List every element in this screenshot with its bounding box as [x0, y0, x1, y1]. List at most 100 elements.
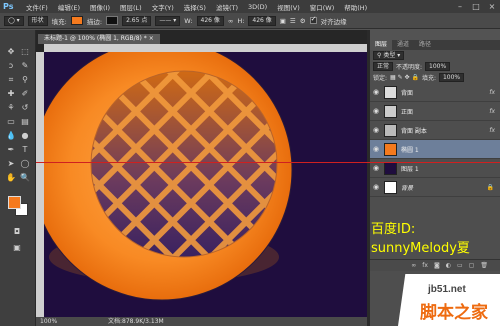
- fx-icon[interactable]: fx: [489, 108, 495, 115]
- fill-input[interactable]: 100%: [438, 73, 465, 82]
- lock-icons[interactable]: ▦ ✎ ✥ 🔒: [390, 74, 419, 81]
- minimize-icon[interactable]: –: [452, 0, 468, 13]
- layer-item[interactable]: ◉ 背景 🔒: [370, 178, 500, 197]
- horizontal-guide-line[interactable]: [36, 162, 500, 163]
- stroke-width-input[interactable]: 2.65 点: [122, 15, 152, 26]
- width-input[interactable]: 426 像: [196, 15, 224, 26]
- maximize-icon[interactable]: □: [468, 0, 484, 13]
- opacity-input[interactable]: 100%: [425, 62, 451, 71]
- type-tool-icon[interactable]: T: [18, 144, 32, 156]
- path-ops-icon[interactable]: ▣: [280, 17, 286, 25]
- vertical-ruler[interactable]: [36, 52, 44, 317]
- align-edges-checkbox[interactable]: [309, 15, 317, 24]
- layer-item[interactable]: ◉ 正面 fx: [370, 102, 500, 121]
- menu-image[interactable]: 图像(I): [85, 2, 115, 12]
- link-icon[interactable]: ∞: [228, 17, 233, 25]
- eye-icon[interactable]: ◉: [370, 145, 382, 153]
- close-icon[interactable]: ×: [484, 0, 500, 13]
- layer-name: 背面: [401, 89, 414, 97]
- eye-icon[interactable]: ◉: [370, 107, 382, 115]
- marquee-tool-icon[interactable]: ⬚: [18, 46, 32, 58]
- options-bar: ◯ ▾ 形状 填充: 描边: 2.65 点 —— ▾ W: 426 像 ∞ H:…: [0, 13, 500, 29]
- blend-mode-select[interactable]: 正常: [373, 62, 394, 71]
- folder-icon[interactable]: ▭: [457, 262, 463, 269]
- lock-icon: 🔒: [486, 183, 494, 191]
- zoom-level[interactable]: 100%: [40, 317, 57, 326]
- quick-mask-icon[interactable]: ◘: [10, 226, 24, 238]
- layer-thumbnail: [384, 123, 397, 137]
- eye-icon[interactable]: ◉: [370, 164, 382, 172]
- healing-brush-icon[interactable]: ✚: [4, 88, 18, 100]
- tab-close-icon[interactable]: ×: [149, 35, 154, 42]
- tab-layers[interactable]: 图层: [370, 40, 393, 50]
- layer-thumbnail: [384, 142, 397, 156]
- layer-filter-select[interactable]: ⚲ 类型 ▾: [373, 51, 405, 60]
- blur-tool-icon[interactable]: 💧: [4, 130, 18, 142]
- menu-window[interactable]: 窗口(W): [305, 2, 340, 12]
- fx-icon[interactable]: fx: [489, 127, 495, 134]
- history-brush-icon[interactable]: ↺: [18, 102, 32, 114]
- dodge-tool-icon[interactable]: ●: [18, 130, 32, 142]
- tab-channels[interactable]: 通道: [392, 40, 414, 50]
- eye-icon[interactable]: ◉: [370, 126, 382, 134]
- mode-select[interactable]: 形状: [27, 15, 48, 26]
- tools-panel: ✥ ⬚ ↄ ✎ ⌗ ⚲ ✚ ✐ ⚘ ↺ ▭ ▤ 💧 ● ✒ T ➤ ◯ ✋ 🔍 …: [0, 30, 36, 326]
- mask-icon[interactable]: ◙: [434, 262, 440, 269]
- menu-help[interactable]: 帮助(H): [339, 2, 372, 12]
- eraser-tool-icon[interactable]: ▭: [4, 116, 18, 128]
- doc-info[interactable]: 文档:878.9K/3.13M: [108, 317, 164, 326]
- layer-item[interactable]: ◉ 背面 fx: [370, 83, 500, 102]
- lock-label: 锁定:: [373, 75, 388, 82]
- menu-bar: Ps 文件(F) 编辑(E) 图像(I) 图层(L) 文字(Y) 选择(S) 滤…: [0, 0, 500, 13]
- layer-item[interactable]: ◉ 椭圆 1: [370, 140, 500, 159]
- eye-icon[interactable]: ◉: [370, 88, 382, 96]
- trash-icon[interactable]: 🗑: [480, 262, 488, 269]
- lock-row: 锁定: ▦ ✎ ✥ 🔒 填充: 100%: [370, 72, 500, 83]
- eyedropper-tool-icon[interactable]: ⚲: [18, 74, 32, 86]
- crop-tool-icon[interactable]: ⌗: [4, 74, 18, 86]
- eye-icon[interactable]: ◉: [370, 183, 382, 191]
- canvas[interactable]: [44, 52, 367, 317]
- path-select-icon[interactable]: ➤: [4, 158, 18, 170]
- link-layers-icon[interactable]: ∞: [411, 262, 416, 269]
- foreground-color[interactable]: [8, 196, 21, 209]
- quick-select-tool-icon[interactable]: ✎: [18, 60, 32, 72]
- layer-item[interactable]: ◉ 背面 副本 fx: [370, 121, 500, 140]
- zoom-tool-icon[interactable]: 🔍: [18, 172, 32, 184]
- hand-tool-icon[interactable]: ✋: [4, 172, 18, 184]
- adjustment-icon[interactable]: ◐: [446, 262, 451, 269]
- stroke-type-select[interactable]: —— ▾: [155, 15, 181, 26]
- move-tool-icon[interactable]: ✥: [4, 46, 18, 58]
- stroke-color-swatch[interactable]: [106, 16, 119, 25]
- fill-label: 填充:: [421, 75, 436, 82]
- ellipse-tool-icon[interactable]: ◯: [18, 158, 32, 170]
- menu-file[interactable]: 文件(F): [21, 2, 53, 12]
- horizontal-ruler[interactable]: [44, 44, 367, 52]
- menu-select[interactable]: 选择(S): [179, 2, 211, 12]
- panel-tabs: 图层 通道 路径: [370, 40, 500, 50]
- lasso-tool-icon[interactable]: ↄ: [4, 60, 18, 72]
- menu-type[interactable]: 文字(Y): [147, 2, 179, 12]
- gear-icon[interactable]: ⚙: [300, 17, 306, 25]
- menu-layer[interactable]: 图层(L): [115, 2, 147, 12]
- menu-view[interactable]: 视图(V): [272, 2, 305, 12]
- screen-mode-icon[interactable]: ▣: [10, 242, 24, 254]
- gradient-tool-icon[interactable]: ▤: [18, 116, 32, 128]
- fx-icon[interactable]: fx: [489, 89, 495, 96]
- status-bar: 100% 文档:878.9K/3.13M: [36, 317, 367, 326]
- height-input[interactable]: 426 像: [248, 15, 276, 26]
- tool-preset-picker[interactable]: ◯ ▾: [4, 15, 24, 26]
- fill-color-swatch[interactable]: [70, 16, 83, 25]
- pen-tool-icon[interactable]: ✒: [4, 144, 18, 156]
- brush-tool-icon[interactable]: ✐: [18, 88, 32, 100]
- fx-menu-icon[interactable]: fx: [422, 262, 428, 269]
- menu-3d[interactable]: 3D(D): [243, 3, 272, 11]
- menu-edit[interactable]: 编辑(E): [53, 2, 85, 12]
- path-align-icon[interactable]: ☰: [290, 17, 296, 25]
- document-tab[interactable]: 未标题-1 @ 100% (椭圆 1, RGB/8) * ×: [38, 34, 160, 44]
- menu-filter[interactable]: 滤镜(T): [211, 2, 243, 12]
- layers-footer: ∞ fx ◙ ◐ ▭ ▢ 🗑: [370, 259, 500, 271]
- tab-paths[interactable]: 路径: [414, 40, 436, 50]
- new-layer-icon[interactable]: ▢: [469, 262, 475, 269]
- stamp-tool-icon[interactable]: ⚘: [4, 102, 18, 114]
